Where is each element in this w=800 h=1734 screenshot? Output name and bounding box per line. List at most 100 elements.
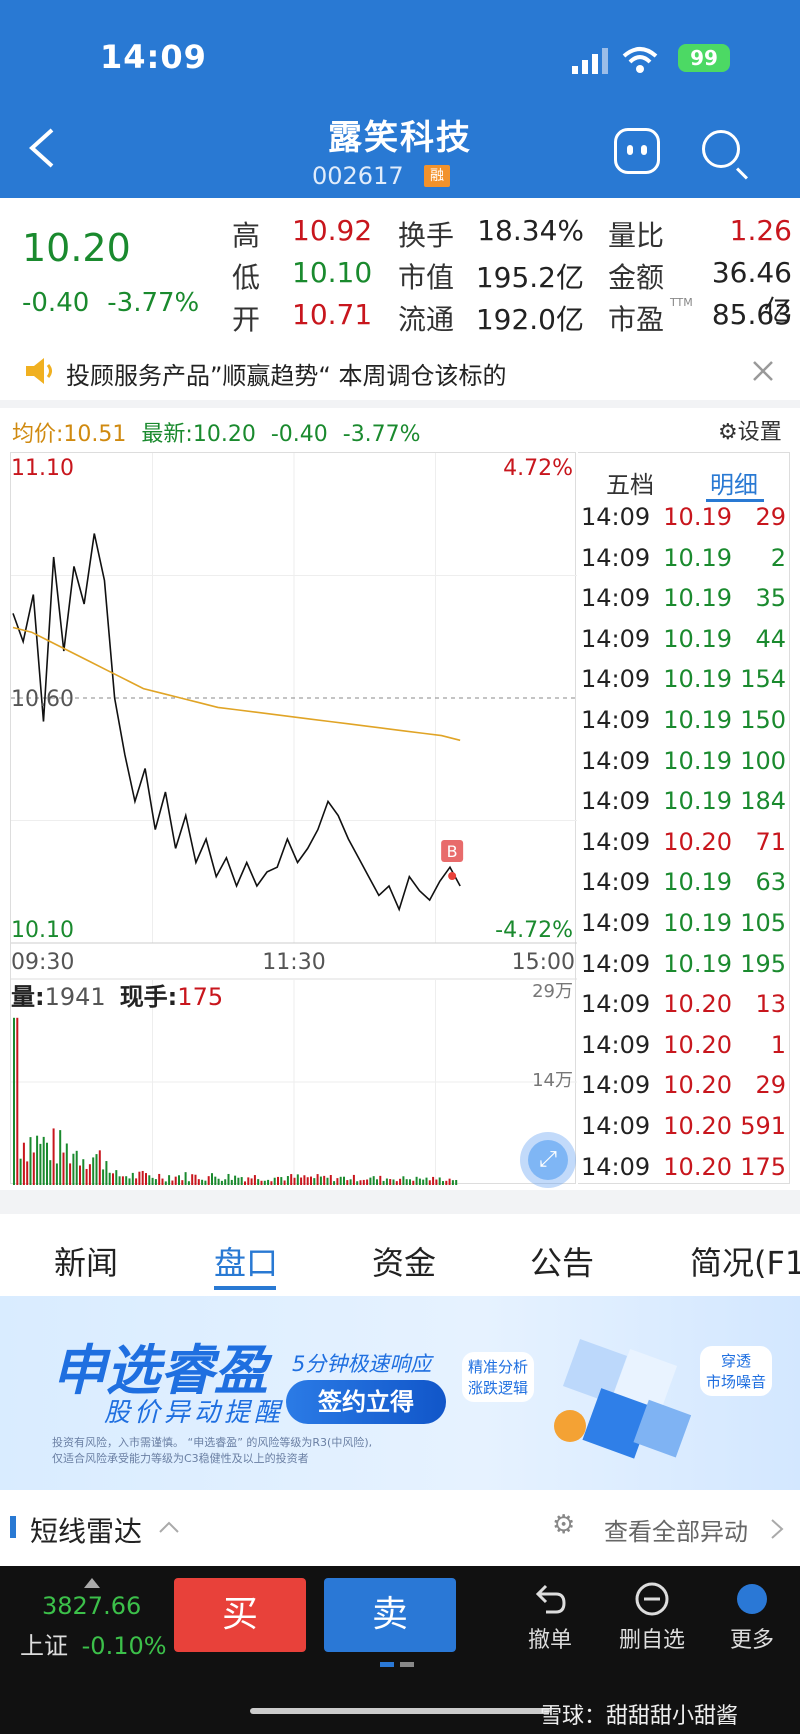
volume-bar (356, 1181, 359, 1185)
volume-bar (211, 1173, 213, 1185)
gear-icon[interactable]: ⚙ (552, 1510, 575, 1540)
radar-title: 短线雷达 (30, 1515, 143, 1548)
caret-up-icon (84, 1578, 100, 1588)
volume-bar (55, 1163, 58, 1185)
volume-bar (392, 1179, 395, 1185)
volume-bar (326, 1177, 329, 1185)
more-button[interactable]: 更多 (712, 1582, 792, 1654)
trade-volume: 44 (755, 624, 786, 653)
tab-market[interactable]: 盘口 (214, 1238, 278, 1284)
index-value[interactable]: 3827.66 (42, 1592, 141, 1620)
tab-indicator (706, 499, 764, 502)
trade-row: 14:09 10.20 1 (578, 1031, 790, 1071)
divider (0, 400, 800, 408)
buy-button[interactable]: 买 (174, 1578, 306, 1652)
volume-bar (290, 1174, 293, 1185)
volume-bar (194, 1174, 197, 1185)
app-header: 14:09 99 露笑科技 002617 融 (0, 0, 800, 198)
volume-bar (92, 1157, 95, 1185)
quote-value: 195.2亿 (475, 261, 584, 294)
volume-bar (128, 1178, 131, 1185)
view-all-link[interactable]: 查看全部异动 (604, 1512, 748, 1547)
volume-bar (451, 1180, 454, 1185)
trade-time: 14:09 (581, 827, 651, 856)
tab-order-book[interactable]: 五档 (606, 465, 654, 500)
trade-volume: 195 (740, 949, 786, 978)
trade-time: 14:09 (581, 909, 651, 937)
trade-price: 10.19 (663, 868, 732, 897)
trade-price: 10.20 (663, 1112, 732, 1140)
volume-bar (102, 1169, 105, 1185)
search-icon[interactable] (702, 130, 740, 168)
volume-bar (49, 1160, 52, 1185)
tab-announcement[interactable]: 公告 (530, 1238, 594, 1284)
volume-bar (98, 1150, 101, 1185)
tab-news[interactable]: 新闻 (54, 1238, 118, 1284)
tab-trade-detail[interactable]: 明细 (710, 465, 758, 500)
trade-row: 14:09 10.20 591 (578, 1112, 790, 1152)
trade-price: 10.19 (663, 665, 732, 694)
volume-bar (273, 1177, 276, 1185)
volume-bar (296, 1174, 299, 1185)
volume-bar (52, 1128, 55, 1185)
banner-cta-button[interactable]: 签约立得 (286, 1380, 446, 1424)
volume-bar (174, 1176, 177, 1185)
trade-time: 14:09 (581, 1152, 651, 1181)
trade-time: 14:09 (581, 787, 651, 816)
volume-bar (237, 1177, 240, 1185)
trade-marker-label: B (447, 842, 458, 861)
quote-value: 192.0亿 (475, 303, 584, 336)
chevron-up-icon[interactable] (158, 1520, 180, 1534)
chart-settings-button[interactable]: ⚙设置 (718, 414, 782, 446)
quote-label: 换手 (398, 219, 455, 252)
trade-row: 14:09 10.20 13 (578, 990, 790, 1030)
intraday-chart[interactable]: B 11.10 4.72% 10.60 10.10 -4.72% 09:30 11:30 15:… (10, 452, 577, 1185)
close-icon[interactable] (752, 360, 774, 382)
quote-value: 85.63 (711, 298, 792, 331)
trade-time: 14:09 (581, 706, 651, 734)
robot-icon[interactable] (614, 128, 660, 174)
trade-row: 14:09 10.19 100 (578, 747, 790, 787)
volume-bar (42, 1136, 45, 1185)
volume-bar (382, 1180, 385, 1185)
cancel-order-button[interactable]: 撤单 (510, 1582, 590, 1654)
trade-row: 14:09 10.19 29 (578, 503, 790, 543)
notice-text: 投顾服务产品”顺赢趋势“ 本周调仓该标的 (66, 362, 507, 390)
volume-bar (286, 1176, 289, 1185)
volume-bar (16, 1017, 19, 1185)
volume-bar (399, 1178, 402, 1185)
expand-button[interactable]: ⤢ (520, 1132, 576, 1188)
notice-bar[interactable]: 投顾服务产品”顺赢趋势“ 本周调仓该标的 (0, 348, 800, 394)
volume-bar (385, 1178, 388, 1185)
index-summary[interactable]: 上证 -0.10% (20, 1626, 167, 1661)
remove-watchlist-button[interactable]: 删自选 (612, 1582, 692, 1654)
quote-value: 18.34% (477, 214, 584, 247)
tab-funds[interactable]: 资金 (372, 1238, 436, 1284)
stock-name: 露笑科技 (328, 118, 472, 158)
volume-bar (82, 1159, 85, 1185)
tab-profile[interactable]: 简况(F10 (690, 1238, 800, 1284)
ad-banner[interactable]: 申选睿盈 股价异动提醒 5分钟极速响应 签约立得 投资有风险，入市需谨慎。 “申… (0, 1296, 800, 1490)
trade-price: 10.20 (663, 990, 732, 1019)
trade-volume: 13 (755, 990, 786, 1019)
volume-bar (207, 1176, 210, 1185)
y-mid-price: 10.60 (11, 687, 74, 712)
volume-bar (161, 1178, 164, 1185)
volume-bar (148, 1175, 151, 1185)
volume-bar (376, 1179, 378, 1185)
page-dot (380, 1662, 394, 1667)
volume-bar (108, 1172, 111, 1185)
volume-bar (65, 1143, 68, 1185)
minus-circle-icon (635, 1582, 669, 1616)
volume-bar (280, 1177, 283, 1185)
undo-icon (535, 1584, 566, 1614)
volume-bar (418, 1178, 421, 1185)
volume-bar (115, 1170, 118, 1185)
chevron-right-icon (771, 1519, 784, 1539)
volume-bar (184, 1172, 187, 1185)
volume-bar (422, 1179, 425, 1185)
quote-label: 高 (232, 219, 261, 252)
sell-button[interactable]: 卖 (324, 1578, 456, 1652)
stock-code: 002617 (312, 162, 404, 190)
volume-bar (336, 1178, 339, 1185)
